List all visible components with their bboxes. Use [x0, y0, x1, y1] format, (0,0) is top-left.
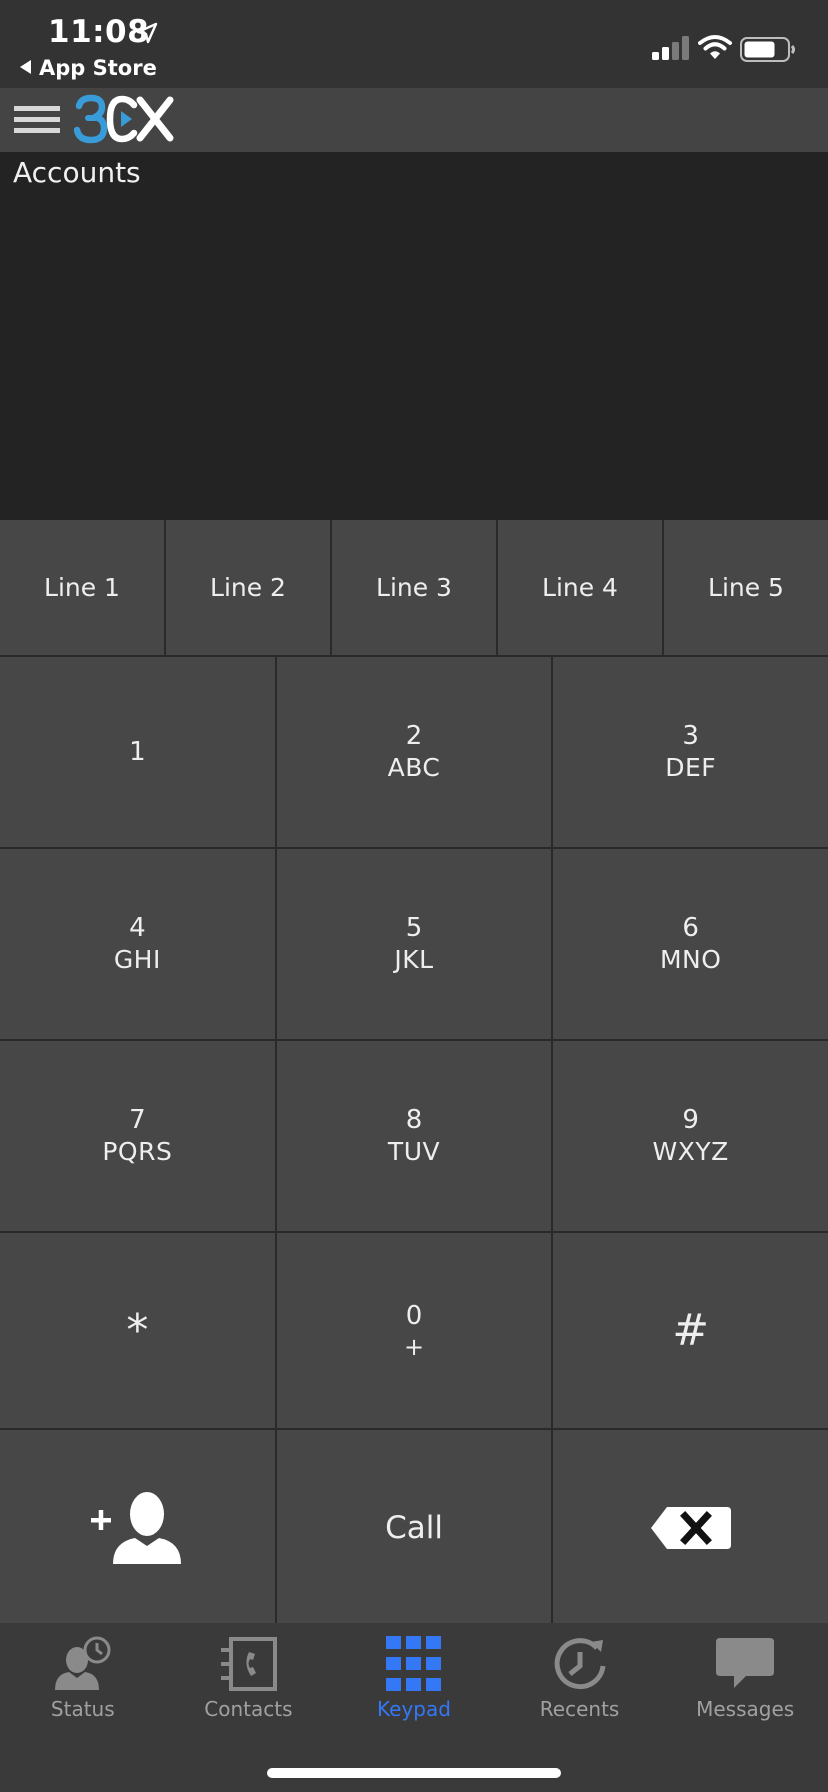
line-selector: Line 1 Line 2 Line 3 Line 4 Line 5	[0, 520, 828, 657]
recents-icon	[554, 1638, 606, 1690]
backspace-button[interactable]	[553, 1430, 828, 1627]
line-5-button[interactable]: Line 5	[664, 520, 828, 657]
status-bar: 11:08 App Store	[0, 0, 828, 88]
contacts-icon	[221, 1637, 278, 1691]
app-header	[0, 88, 828, 152]
status-time: 11:08	[48, 14, 150, 50]
back-caret-icon	[20, 60, 31, 74]
key-letters: TUV	[387, 1137, 441, 1166]
hamburger-menu-icon[interactable]	[14, 104, 60, 136]
key-digit: #	[672, 1305, 710, 1356]
key-6[interactable]: 6 MNO	[553, 849, 828, 1041]
key-letters: ABC	[387, 753, 441, 782]
messages-icon	[716, 1638, 775, 1688]
status-icon	[54, 1636, 111, 1690]
key-digit: 6	[682, 913, 699, 943]
line-4-button[interactable]: Line 4	[498, 520, 664, 657]
key-letters: +	[403, 1332, 425, 1361]
call-button[interactable]: Call	[276, 1430, 554, 1627]
key-7[interactable]: 7 PQRS	[0, 1041, 277, 1233]
tab-label: Status	[50, 1697, 115, 1721]
phone-screen: 11:08 App Store Accounts Line 1 Line 2 L…	[0, 0, 828, 1792]
tab-messages[interactable]: Messages	[662, 1623, 828, 1729]
keypad-icon	[385, 1636, 441, 1691]
key-digit: 0	[405, 1300, 423, 1331]
accounts-panel: Accounts	[0, 152, 828, 520]
key-digit: 5	[405, 913, 423, 943]
key-digit: 8	[405, 1105, 423, 1135]
key-9[interactable]: 9 WXYZ	[553, 1041, 828, 1233]
key-letters: MNO	[659, 945, 722, 974]
key-digit: 4	[129, 913, 146, 943]
tab-label: Recents	[539, 1697, 620, 1721]
accounts-title: Accounts	[13, 156, 141, 189]
cellular-signal-icon	[652, 36, 689, 60]
tab-label: Messages	[696, 1697, 795, 1721]
tab-status[interactable]: Status	[0, 1623, 166, 1729]
key-digit: 1	[129, 737, 146, 767]
call-label: Call	[385, 1509, 443, 1546]
key-digit: 2	[405, 721, 423, 751]
key-star[interactable]: *	[0, 1233, 277, 1430]
key-hash[interactable]: #	[553, 1233, 828, 1430]
battery-icon	[740, 37, 795, 62]
line-3-button[interactable]: Line 3	[332, 520, 498, 657]
tab-label: Contacts	[204, 1697, 293, 1721]
dial-keypad: 1 2 ABC 3 DEF 4 GHI 5 JKL 6 MNO 7 PQRS 8…	[0, 657, 828, 1627]
key-digit: 7	[129, 1105, 146, 1135]
key-digit: 3	[682, 721, 699, 751]
key-letters: WXYZ	[652, 1137, 729, 1166]
back-to-app-link[interactable]: App Store	[20, 56, 157, 80]
key-8[interactable]: 8 TUV	[276, 1041, 554, 1233]
key-letters: JKL	[394, 945, 434, 974]
brand-logo-3cx	[74, 94, 174, 144]
location-arrow-icon	[136, 22, 158, 44]
tab-contacts[interactable]: Contacts	[166, 1623, 332, 1729]
tab-keypad[interactable]: Keypad	[331, 1623, 497, 1729]
back-app-label: App Store	[39, 56, 157, 80]
add-contact-icon	[91, 1491, 182, 1564]
wifi-icon	[698, 35, 732, 59]
key-letters: DEF	[665, 753, 717, 782]
key-0[interactable]: 0 +	[276, 1233, 554, 1430]
key-5[interactable]: 5 JKL	[276, 849, 554, 1041]
key-letters: PQRS	[102, 1137, 173, 1166]
line-2-button[interactable]: Line 2	[166, 520, 332, 657]
key-2[interactable]: 2 ABC	[276, 657, 554, 849]
key-digit: *	[126, 1305, 149, 1356]
backspace-icon	[650, 1506, 731, 1549]
bottom-tab-bar: Status Contacts Keypad Recents Messages	[0, 1623, 828, 1792]
key-4[interactable]: 4 GHI	[0, 849, 277, 1041]
line-1-button[interactable]: Line 1	[0, 520, 166, 657]
key-1[interactable]: 1	[0, 657, 277, 849]
key-digit: 9	[682, 1105, 699, 1135]
home-indicator[interactable]	[267, 1768, 561, 1778]
tab-label: Keypad	[377, 1697, 451, 1721]
key-letters: GHI	[113, 945, 161, 974]
key-3[interactable]: 3 DEF	[553, 657, 828, 849]
tab-recents[interactable]: Recents	[497, 1623, 663, 1729]
add-contact-button[interactable]	[0, 1430, 277, 1627]
